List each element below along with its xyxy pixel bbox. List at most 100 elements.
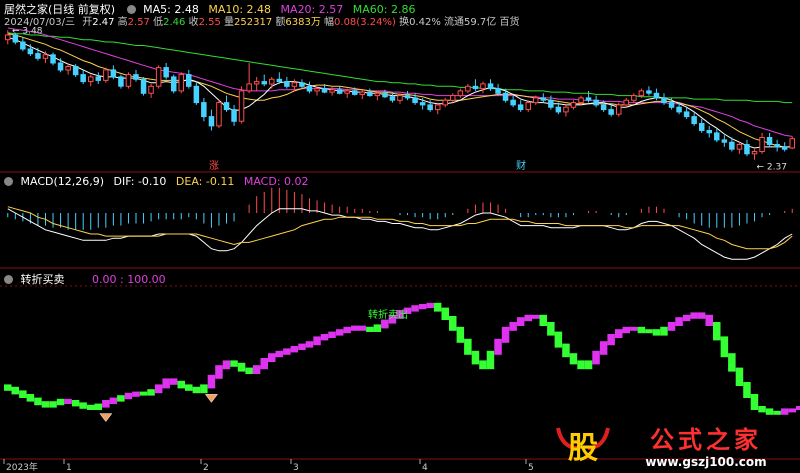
- candle-body: [314, 88, 320, 92]
- signal-bar: [298, 343, 306, 350]
- candle-body: [744, 144, 750, 155]
- x-axis-label: 2: [203, 463, 209, 473]
- amount-label: 额: [275, 17, 286, 28]
- signal-bar: [192, 386, 201, 394]
- candle-body: [487, 83, 494, 90]
- candle-body: [472, 85, 479, 90]
- macd-settings-icon[interactable]: [4, 177, 13, 186]
- signal-bar: [305, 341, 314, 348]
- candle-body: [72, 66, 79, 76]
- signal-bar: [562, 343, 570, 358]
- watermark-url: www.gszj100.com: [645, 455, 766, 469]
- dea-value: -0.11: [205, 175, 235, 188]
- candle-body: [721, 139, 728, 143]
- signal-bar: [252, 365, 261, 374]
- signal-bar: [532, 314, 540, 319]
- float-label: 流通: [444, 17, 465, 28]
- indicator-header: 转折买卖 0.00 : 100.00: [4, 271, 166, 287]
- turnover-value: 0.42%: [409, 17, 441, 28]
- signal-bar: [765, 408, 774, 415]
- signal-bar: [441, 307, 449, 320]
- candle-body: [442, 99, 448, 106]
- watermark-text: 公式之家: [650, 426, 762, 454]
- candle-body: [367, 91, 373, 97]
- change-label: 幅: [324, 17, 335, 28]
- candle-body: [65, 66, 71, 71]
- candle-body: [261, 81, 267, 85]
- candle-body: [321, 88, 328, 93]
- signal-bar: [4, 384, 12, 391]
- signal-bar: [207, 374, 216, 389]
- candle-body: [171, 76, 177, 92]
- candle-body: [50, 54, 56, 64]
- vol-label: 量: [224, 17, 235, 28]
- candle-body: [186, 74, 192, 87]
- signal-bar: [433, 302, 442, 312]
- candle-body: [427, 104, 433, 111]
- signal-bar: [185, 384, 193, 391]
- sector-label: 百货: [499, 17, 520, 28]
- candle-body: [336, 89, 343, 94]
- candle-body: [231, 109, 237, 122]
- signal-bar: [313, 336, 321, 346]
- candle-body: [20, 41, 26, 50]
- candle-body: [608, 109, 614, 115]
- signal-bar: [79, 402, 87, 409]
- signal-bar: [290, 346, 299, 353]
- signal-bar: [132, 391, 140, 397]
- candle-body: [646, 90, 652, 94]
- candle-body: [193, 85, 200, 104]
- candle-body: [5, 34, 11, 41]
- candle-body: [178, 74, 184, 92]
- open-value: 2.47: [92, 17, 115, 28]
- candle-body: [238, 90, 245, 122]
- signal-bar: [343, 326, 351, 334]
- indicator-settings-icon[interactable]: [4, 275, 13, 284]
- x-axis-label: 4: [422, 463, 428, 473]
- signal-bar: [637, 326, 646, 334]
- signal-bar: [494, 338, 502, 355]
- dea-label: DEA:: [175, 175, 203, 188]
- signal-bar: [411, 305, 419, 312]
- candle-body: [35, 53, 41, 59]
- signal-bar: [780, 408, 789, 415]
- signal-bar: [34, 397, 42, 406]
- candle-body: [465, 85, 471, 92]
- signal-bar: [539, 314, 547, 326]
- candle-body: [729, 141, 735, 150]
- chart-canvas[interactable]: ← 3.48← 2.37涨 财转折卖出2023年 1 2 3 4 5: [0, 0, 800, 473]
- signal-bar: [456, 326, 465, 343]
- candle-body: [57, 62, 64, 71]
- marker-zhang: 涨: [209, 160, 219, 172]
- signal-bar: [418, 304, 427, 310]
- signal-bar: [49, 401, 57, 408]
- candle-body: [533, 97, 539, 104]
- signal-bar: [728, 353, 736, 372]
- candle-body: [148, 85, 154, 94]
- candle-body: [766, 137, 773, 145]
- signal-bar: [275, 350, 283, 358]
- sell-annotation: 转折卖出: [368, 308, 408, 321]
- signal-bar: [366, 326, 374, 332]
- candle-body: [759, 137, 765, 152]
- signal-bar: [87, 404, 95, 410]
- signal-bar: [486, 350, 495, 370]
- candle-body: [631, 95, 637, 101]
- candle-body: [585, 97, 592, 101]
- candle-body: [344, 90, 350, 94]
- dif-line: [7, 208, 793, 260]
- candle-body: [691, 116, 697, 125]
- signal-bar: [788, 408, 796, 413]
- signal-bar: [554, 331, 563, 348]
- signal-bar: [682, 314, 691, 322]
- signal-bar: [177, 380, 185, 389]
- signal-bar: [222, 360, 231, 370]
- x-axis-label: 3: [293, 463, 299, 473]
- amount-value: 6383万: [285, 17, 321, 28]
- signal-bar: [215, 365, 223, 379]
- candle-body: [163, 67, 169, 78]
- signal-bar: [652, 329, 661, 336]
- candle-body: [502, 92, 509, 101]
- signal-bar: [426, 302, 434, 308]
- signal-bar: [713, 322, 721, 341]
